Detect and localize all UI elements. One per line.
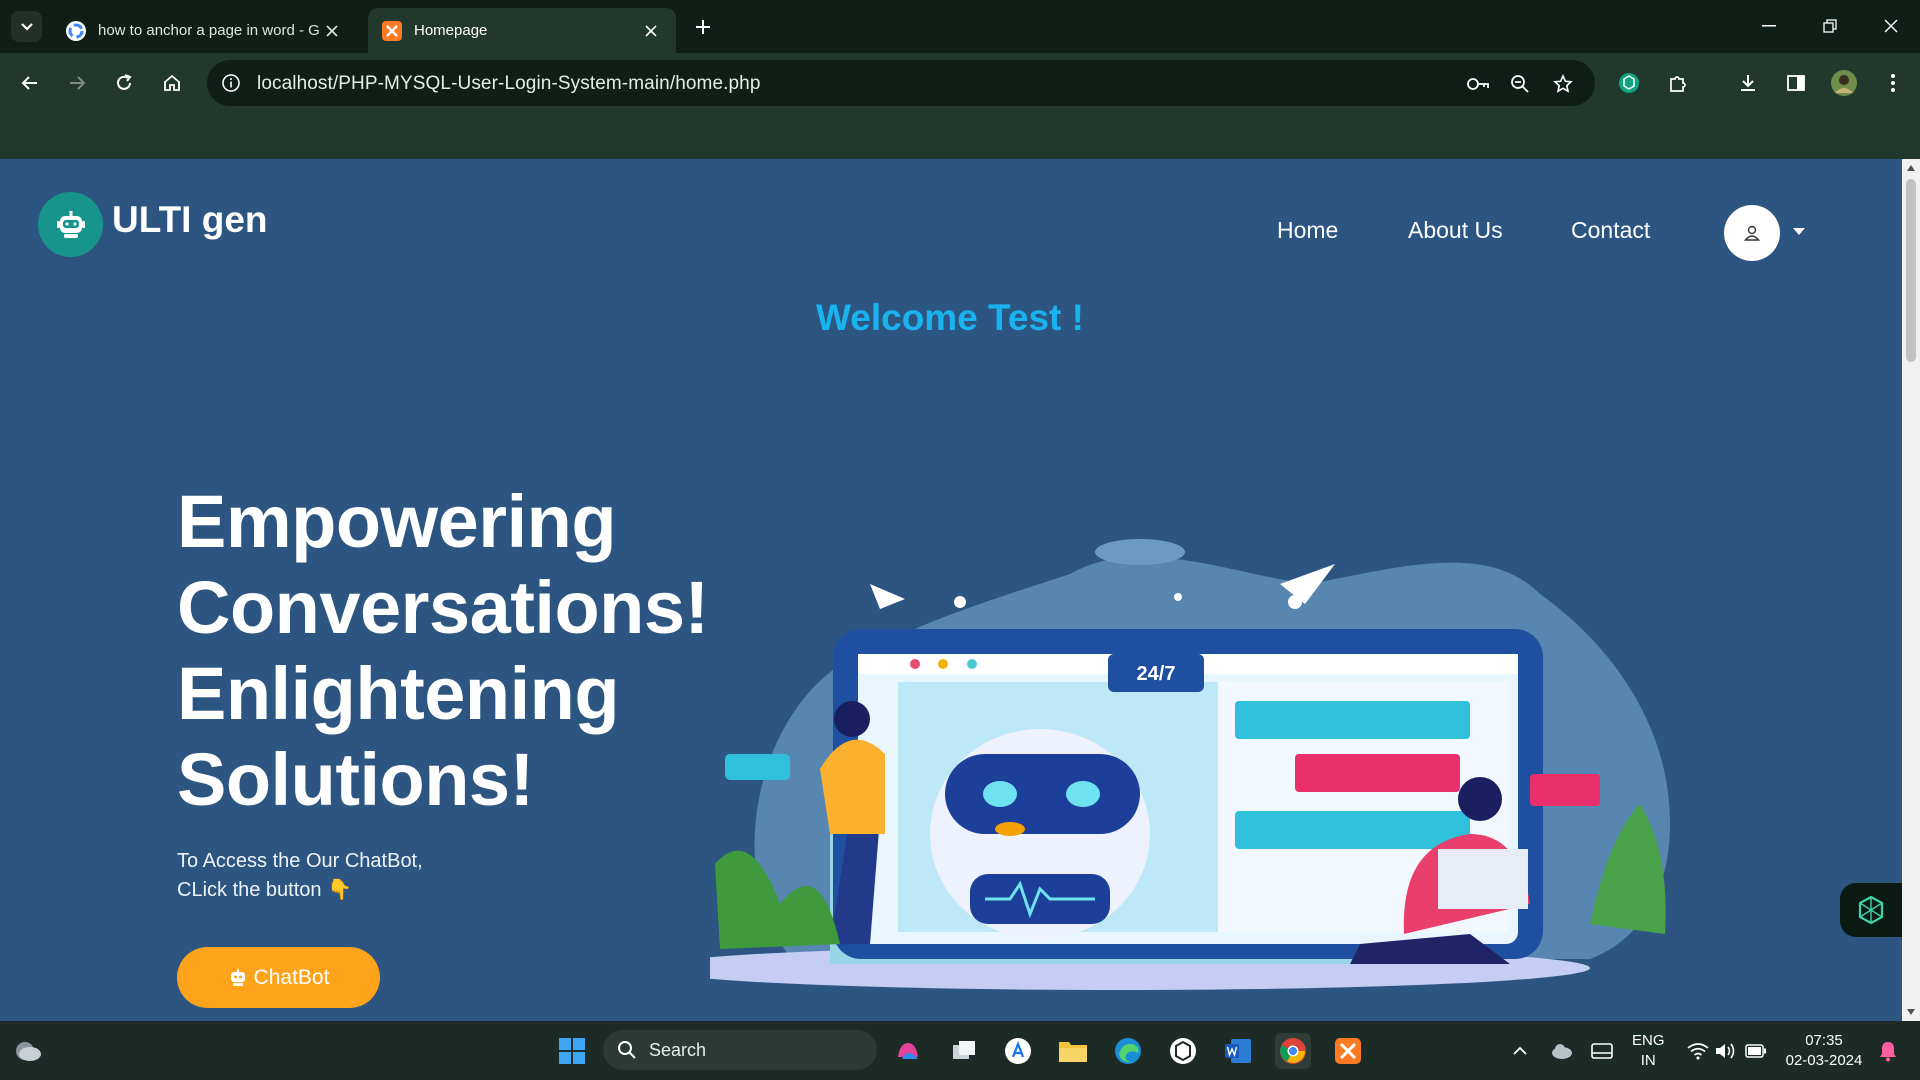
- copilot-icon[interactable]: [890, 1033, 926, 1069]
- input-language-indicator[interactable]: ENG IN: [1632, 1031, 1665, 1071]
- user-icon: [1744, 225, 1760, 241]
- lang-top: ENG: [1632, 1032, 1665, 1049]
- google-icon: [66, 20, 86, 41]
- xampp-icon: [382, 20, 402, 41]
- bookmark-star-icon[interactable]: [1550, 71, 1576, 97]
- hero-subtext: To Access the Our ChatBot, CLick the but…: [177, 847, 423, 905]
- battery-icon[interactable]: [1738, 1033, 1774, 1069]
- reload-icon: [117, 74, 132, 90]
- robot-icon: [56, 210, 85, 238]
- address-bar[interactable]: localhost/PHP-MYSQL-User-Login-System-ma…: [207, 60, 1595, 106]
- chevron-down-icon: [20, 22, 33, 31]
- kebab-menu-icon: [1891, 74, 1895, 92]
- page-viewport: ULTI gen Home About Us Contact Welcome T…: [0, 159, 1902, 1021]
- chatgpt-icon: [1858, 895, 1884, 925]
- scroll-up-arrow-icon[interactable]: [1902, 159, 1920, 177]
- side-panel-icon[interactable]: [1781, 68, 1811, 98]
- chatbot-hero-illustration: 24/7: [710, 539, 1670, 990]
- subtext-line: To Access the Our ChatBot,: [177, 850, 423, 872]
- page-scrollbar[interactable]: [1902, 159, 1920, 1021]
- home-icon: [164, 74, 180, 91]
- restore-icon: [1823, 19, 1837, 33]
- profile-avatar[interactable]: [1829, 68, 1859, 98]
- headline-line: Enlightening: [177, 652, 620, 735]
- back-button[interactable]: [15, 68, 45, 98]
- tab-title: how to anchor a page in word - G: [98, 22, 320, 39]
- reload-button[interactable]: [109, 68, 139, 98]
- nav-home[interactable]: Home: [1277, 217, 1338, 244]
- word-app-icon[interactable]: [1220, 1033, 1256, 1069]
- chatgpt-extension-icon[interactable]: [1614, 68, 1644, 98]
- arrow-right-icon: [70, 76, 86, 90]
- chatbot-button[interactable]: ChatBot: [177, 947, 380, 1008]
- chatgpt-sidebar-widget[interactable]: [1840, 883, 1902, 937]
- start-windows-icon[interactable]: [554, 1033, 590, 1069]
- minimize-button[interactable]: [1746, 8, 1792, 44]
- hero-headline: Empowering Conversations! Enlightening S…: [177, 479, 709, 823]
- url-text[interactable]: localhost/PHP-MYSQL-User-Login-System-ma…: [257, 73, 761, 95]
- chatbot-button-label: ChatBot: [253, 965, 330, 989]
- onedrive-cloud-icon[interactable]: [1544, 1033, 1580, 1069]
- subtext-line: CLick the button 👇: [177, 879, 352, 901]
- tab-homepage[interactable]: Homepage: [368, 8, 676, 53]
- search-icon: [618, 1041, 636, 1059]
- tablet-mode-icon[interactable]: [1584, 1033, 1620, 1069]
- browser-menu-button[interactable]: [1878, 68, 1908, 98]
- user-menu-button[interactable]: [1724, 205, 1780, 261]
- show-hidden-icons-chevron-up-icon[interactable]: [1502, 1033, 1538, 1069]
- tab-title: Homepage: [414, 22, 488, 39]
- zoom-icon[interactable]: [1507, 71, 1533, 97]
- search-placeholder: Search: [649, 1039, 707, 1060]
- home-button[interactable]: [157, 68, 187, 98]
- caret-down-icon[interactable]: [1792, 227, 1806, 237]
- scrollbar-thumb[interactable]: [1906, 179, 1916, 362]
- minimize-icon: [1762, 25, 1776, 27]
- logo-badge[interactable]: [38, 192, 103, 257]
- notification-bell-icon[interactable]: [1870, 1033, 1906, 1069]
- weather-widget-icon[interactable]: [10, 1033, 46, 1069]
- app-store-icon[interactable]: [1000, 1033, 1036, 1069]
- restore-button[interactable]: [1807, 8, 1853, 44]
- windows-taskbar: Search ENG IN 07:35 02-03-2024: [0, 1021, 1920, 1080]
- tab-search-button[interactable]: [11, 11, 42, 42]
- chrome-app-icon[interactable]: [1275, 1033, 1311, 1069]
- site-info-icon[interactable]: [219, 71, 243, 95]
- clock-date: 02-03-2024: [1785, 1052, 1863, 1069]
- close-tab-icon[interactable]: [321, 20, 343, 42]
- downloads-icon[interactable]: [1733, 68, 1763, 98]
- scroll-down-arrow-icon[interactable]: [1902, 1003, 1920, 1021]
- lang-bottom: IN: [1640, 1052, 1656, 1069]
- taskbar-clock[interactable]: 07:35 02-03-2024: [1782, 1031, 1866, 1071]
- password-key-icon[interactable]: [1465, 71, 1491, 97]
- plus-icon: [696, 20, 710, 34]
- site-logo-text[interactable]: ULTI gen: [112, 199, 268, 241]
- file-explorer-icon[interactable]: [1055, 1033, 1091, 1069]
- nav-about-us[interactable]: About Us: [1408, 217, 1503, 244]
- headline-line: Empowering: [177, 480, 617, 563]
- extensions-puzzle-icon[interactable]: [1663, 68, 1693, 98]
- close-tab-icon[interactable]: [640, 20, 662, 42]
- bookmarks-bar: [0, 113, 1920, 159]
- headline-line: Conversations!: [177, 566, 709, 649]
- headline-line: Solutions!: [177, 738, 534, 821]
- nav-contact[interactable]: Contact: [1571, 217, 1650, 244]
- taskbar-search[interactable]: Search: [603, 1030, 877, 1070]
- arrow-left-icon: [21, 76, 37, 90]
- task-view-icon[interactable]: [946, 1033, 982, 1069]
- xampp-app-icon[interactable]: [1330, 1033, 1366, 1069]
- illustration-badge-text: 24/7: [1137, 663, 1176, 685]
- new-tab-button[interactable]: [690, 14, 716, 40]
- close-icon: [1884, 19, 1898, 33]
- close-window-button[interactable]: [1868, 8, 1914, 44]
- welcome-heading: Welcome Test !: [816, 297, 1084, 338]
- tab-strip: how to anchor a page in word - G Homepag…: [0, 0, 1920, 53]
- forward-button[interactable]: [62, 68, 92, 98]
- tab-google-search[interactable]: how to anchor a page in word - G: [52, 8, 357, 53]
- browser-toolbar: localhost/PHP-MYSQL-User-Login-System-ma…: [0, 53, 1920, 113]
- clock-time: 07:35: [1805, 1032, 1843, 1049]
- robot-icon: [230, 968, 245, 986]
- edge-browser-icon[interactable]: [1110, 1033, 1146, 1069]
- chatgpt-app-icon[interactable]: [1165, 1033, 1201, 1069]
